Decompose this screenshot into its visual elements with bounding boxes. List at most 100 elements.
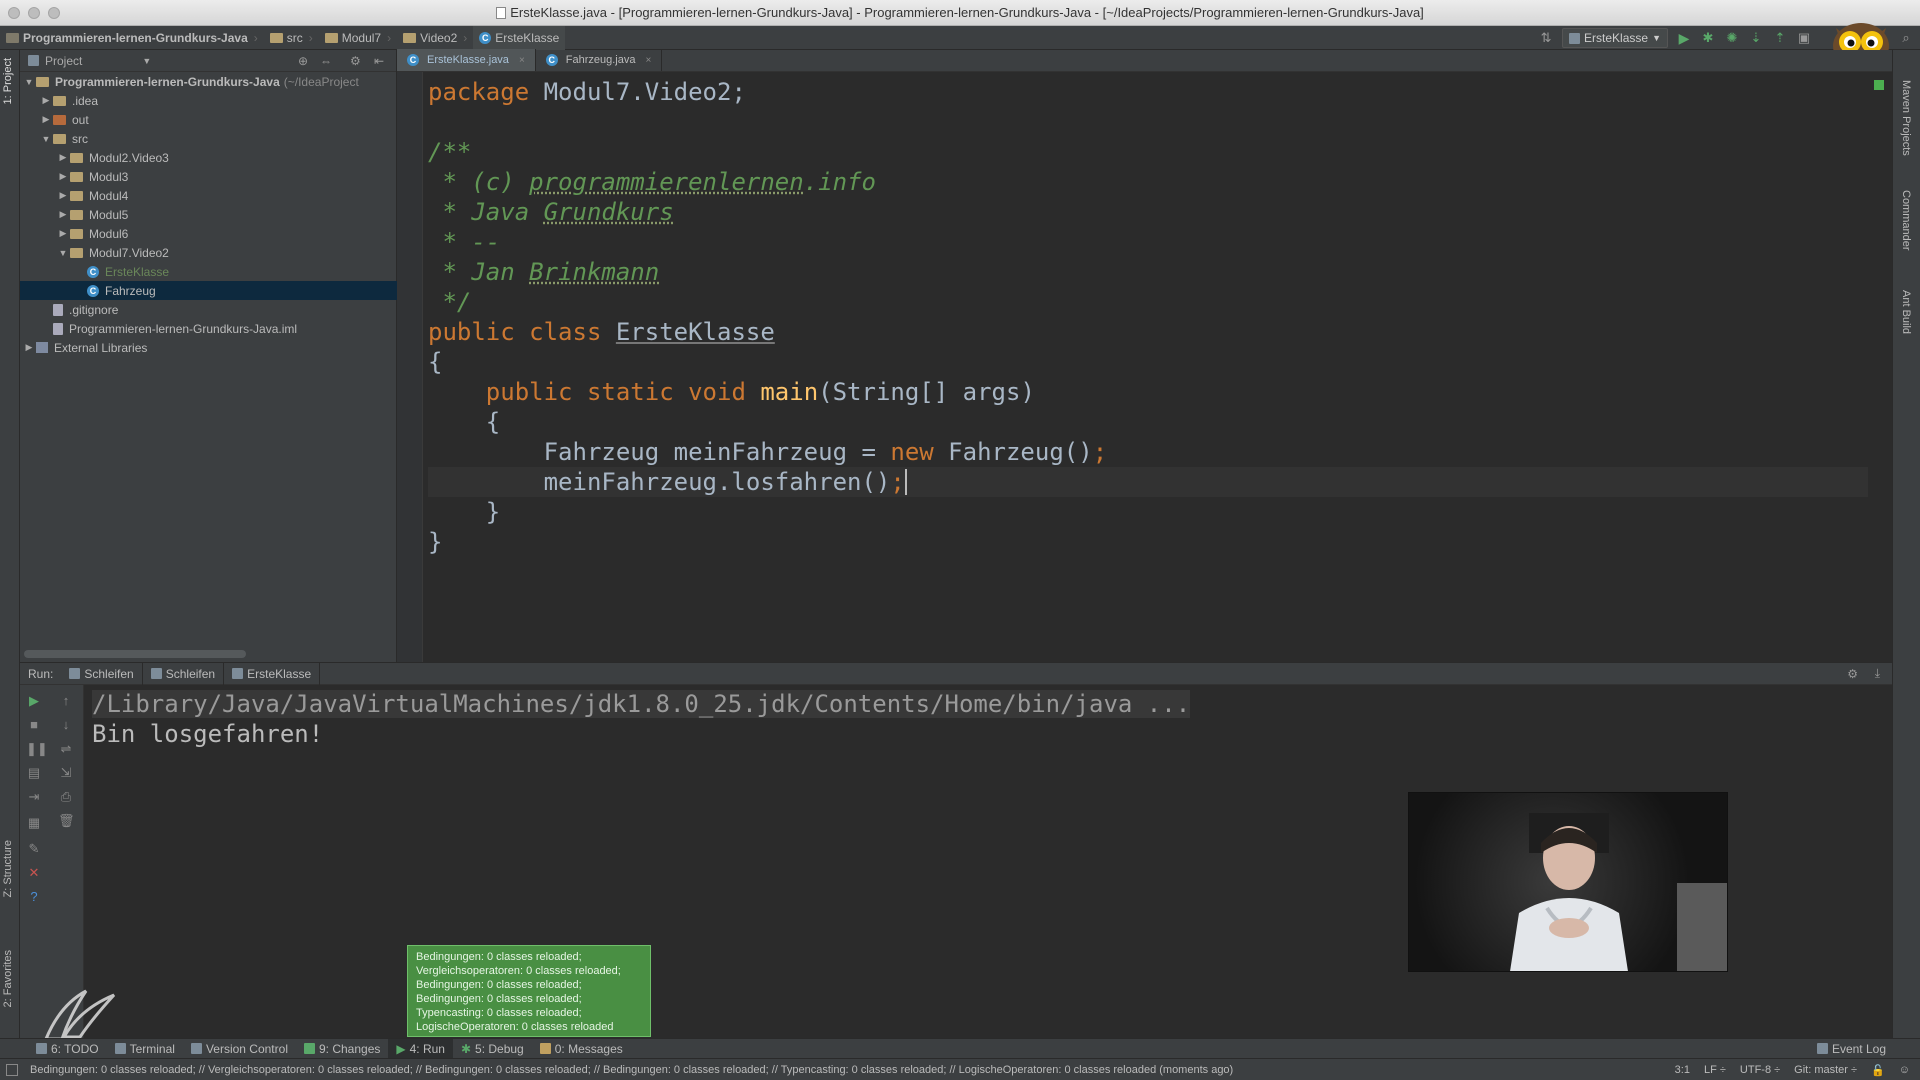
exit-icon[interactable]: ⇥ bbox=[26, 789, 42, 805]
run-tab-schleifen[interactable]: Schleifen bbox=[61, 662, 143, 685]
maven-projects-tab[interactable]: Maven Projects bbox=[1900, 80, 1912, 156]
tree-item[interactable]: ▶ out bbox=[20, 110, 397, 129]
changes-tab[interactable]: 9: Changes bbox=[296, 1039, 388, 1059]
vcs-update-icon[interactable]: ⇣ bbox=[1748, 30, 1764, 46]
tree-item[interactable]: ▶ Modul2.Video3 bbox=[20, 148, 397, 167]
line-separator-select[interactable]: LF ÷ bbox=[1704, 1064, 1726, 1076]
project-view-select[interactable]: Project bbox=[45, 54, 82, 68]
debug-icon[interactable]: ✱ bbox=[1700, 30, 1716, 46]
status-message[interactable]: Bedingungen: 0 classes reloaded; // Verg… bbox=[0, 1064, 1233, 1076]
run-icon[interactable]: ▶ bbox=[1676, 30, 1692, 46]
git-branch-select[interactable]: Git: master ÷ bbox=[1794, 1064, 1857, 1076]
caret-position[interactable]: 3:1 bbox=[1675, 1064, 1690, 1076]
tree-item[interactable]: C Fahrzeug bbox=[20, 281, 397, 300]
collapse-arrow-icon[interactable]: ▶ bbox=[56, 152, 70, 163]
code-editor[interactable]: package Modul7.Video2; /** * (c) program… bbox=[428, 77, 1868, 557]
project-tool-tab[interactable]: 1: Project bbox=[2, 58, 14, 104]
scroll-up-icon[interactable]: ↑ bbox=[58, 693, 74, 709]
tree-item[interactable]: ▼ Modul7.Video2 bbox=[20, 243, 397, 262]
breadcrumb-src[interactable]: src › bbox=[264, 26, 319, 50]
editor-gutter[interactable] bbox=[397, 72, 423, 662]
rerun-icon[interactable]: ▶ bbox=[26, 693, 42, 709]
tree-item[interactable]: ▼ Programmieren-lernen-Grundkurs-Java (~/I… bbox=[20, 72, 397, 91]
tree-item[interactable]: ▶ Modul4 bbox=[20, 186, 397, 205]
trash-icon[interactable]: 🗑 bbox=[58, 813, 75, 829]
run-configuration-select[interactable]: ErsteKlasse ▼ bbox=[1562, 28, 1668, 48]
vcs-commit-icon[interactable]: ⇡ bbox=[1772, 30, 1788, 46]
minimize-window-button[interactable] bbox=[28, 7, 40, 19]
collapse-arrow-icon[interactable]: ▶ bbox=[39, 95, 53, 106]
structure-tool-tab[interactable]: Z: Structure bbox=[2, 840, 14, 897]
scroll-down-icon[interactable]: ↓ bbox=[58, 717, 74, 733]
zoom-window-button[interactable] bbox=[48, 7, 60, 19]
close-window-button[interactable] bbox=[8, 7, 20, 19]
scroll-to-end-icon[interactable]: ⇲ bbox=[58, 765, 74, 781]
horizontal-scrollbar[interactable] bbox=[24, 650, 246, 658]
tree-item[interactable]: ▶ Modul5 bbox=[20, 205, 397, 224]
debug-tab[interactable]: ✱ 5: Debug bbox=[453, 1039, 532, 1059]
run-tab[interactable]: ▶ 4: Run bbox=[388, 1038, 453, 1059]
gear-icon[interactable]: ⚙ bbox=[350, 54, 361, 68]
terminal-tab[interactable]: Terminal bbox=[107, 1039, 183, 1059]
breadcrumb-class[interactable]: C ErsteKlasse bbox=[473, 25, 566, 50]
toggle-tool-windows-icon[interactable] bbox=[6, 1064, 18, 1076]
collapse-arrow-icon[interactable]: ▶ bbox=[56, 209, 70, 220]
tree-item[interactable]: ▶ .idea bbox=[20, 91, 397, 110]
coverage-icon[interactable]: ✺ bbox=[1724, 30, 1740, 46]
close-icon[interactable]: ✕ bbox=[26, 865, 42, 881]
commander-tab[interactable]: Commander bbox=[1900, 190, 1912, 251]
stop-icon[interactable]: ■ bbox=[26, 717, 42, 733]
tree-item[interactable]: ▶ Modul3 bbox=[20, 167, 397, 186]
gear-icon[interactable]: ⚙ bbox=[1847, 667, 1858, 681]
pin-icon[interactable]: ✎ bbox=[26, 841, 42, 857]
build-icon[interactable]: ⇅ bbox=[1538, 30, 1554, 46]
run-tab-erste-klasse[interactable]: ErsteKlasse bbox=[224, 662, 321, 685]
favorites-tool-tab[interactable]: 2: Favorites bbox=[2, 950, 14, 1007]
collapse-arrow-icon[interactable]: ▶ bbox=[56, 190, 70, 201]
event-log-tab[interactable]: Event Log bbox=[1809, 1039, 1894, 1059]
help-icon[interactable]: ? bbox=[26, 889, 42, 905]
tree-item[interactable]: ▶ External Libraries bbox=[20, 338, 397, 357]
collapse-arrow-icon[interactable]: ▶ bbox=[22, 342, 36, 353]
messages-tab[interactable]: 0: Messages bbox=[532, 1039, 631, 1059]
settings-icon[interactable]: ▣ bbox=[1796, 30, 1812, 46]
collapse-icon[interactable]: ⇔ bbox=[320, 54, 332, 68]
tree-item[interactable]: ▶ Modul6 bbox=[20, 224, 397, 243]
breadcrumb-video2[interactable]: Video2 › bbox=[397, 26, 473, 50]
tree-item[interactable]: ▼ src bbox=[20, 129, 397, 148]
lock-icon[interactable]: 🔓 bbox=[1871, 1064, 1885, 1077]
hide-panel-icon[interactable]: ⇤ bbox=[374, 54, 384, 68]
search-icon[interactable]: ⌕ bbox=[1898, 30, 1914, 46]
hide-panel-icon[interactable]: ⤓ bbox=[1875, 666, 1880, 681]
close-tab-icon[interactable]: × bbox=[519, 55, 525, 66]
tree-item[interactable]: .gitignore bbox=[20, 300, 397, 319]
expand-arrow-icon[interactable]: ▼ bbox=[22, 77, 36, 87]
encoding-select[interactable]: UTF-8 ÷ bbox=[1740, 1064, 1780, 1076]
hector-icon[interactable]: ☺ bbox=[1899, 1064, 1910, 1076]
collapse-arrow-icon[interactable]: ▶ bbox=[56, 228, 70, 239]
dump-threads-icon[interactable]: ▤ bbox=[26, 765, 42, 781]
tab-erste-klasse[interactable]: C ErsteKlasse.java × bbox=[397, 49, 536, 71]
pause-icon[interactable]: ❚❚ bbox=[26, 741, 48, 757]
reload-notification[interactable]: Bedingungen: 0 classes reloaded; Verglei… bbox=[407, 945, 651, 1037]
expand-arrow-icon[interactable]: ▼ bbox=[39, 134, 53, 144]
collapse-arrow-icon[interactable]: ▶ bbox=[56, 171, 70, 182]
print-icon[interactable]: ⎙ bbox=[58, 789, 74, 805]
inspection-status-icon[interactable] bbox=[1874, 80, 1884, 90]
sync-icon[interactable]: ⊕ bbox=[298, 54, 308, 68]
close-tab-icon[interactable]: × bbox=[646, 55, 652, 66]
ant-build-tab[interactable]: Ant Build bbox=[1900, 290, 1912, 334]
breadcrumb-modul7[interactable]: Modul7 › bbox=[319, 26, 397, 50]
tab-fahrzeug[interactable]: C Fahrzeug.java × bbox=[536, 49, 663, 71]
tree-item[interactable]: C ErsteKlasse bbox=[20, 262, 397, 281]
chevron-down-icon[interactable]: ▼ bbox=[142, 56, 151, 66]
todo-tab[interactable]: 6: TODO bbox=[28, 1039, 107, 1059]
version-control-tab[interactable]: Version Control bbox=[183, 1039, 296, 1059]
console-output[interactable]: /Library/Java/JavaVirtualMachines/jdk1.8… bbox=[92, 689, 1191, 749]
breadcrumb-project[interactable]: Programmieren-lernen-Grundkurs-Java › bbox=[0, 26, 264, 50]
soft-wrap-icon[interactable]: ⇌ bbox=[58, 741, 74, 757]
run-tab-schleifen-2[interactable]: Schleifen bbox=[143, 662, 225, 685]
layout-icon[interactable]: ▦ bbox=[26, 815, 42, 831]
expand-arrow-icon[interactable]: ▼ bbox=[56, 248, 70, 258]
collapse-arrow-icon[interactable]: ▶ bbox=[39, 114, 53, 125]
